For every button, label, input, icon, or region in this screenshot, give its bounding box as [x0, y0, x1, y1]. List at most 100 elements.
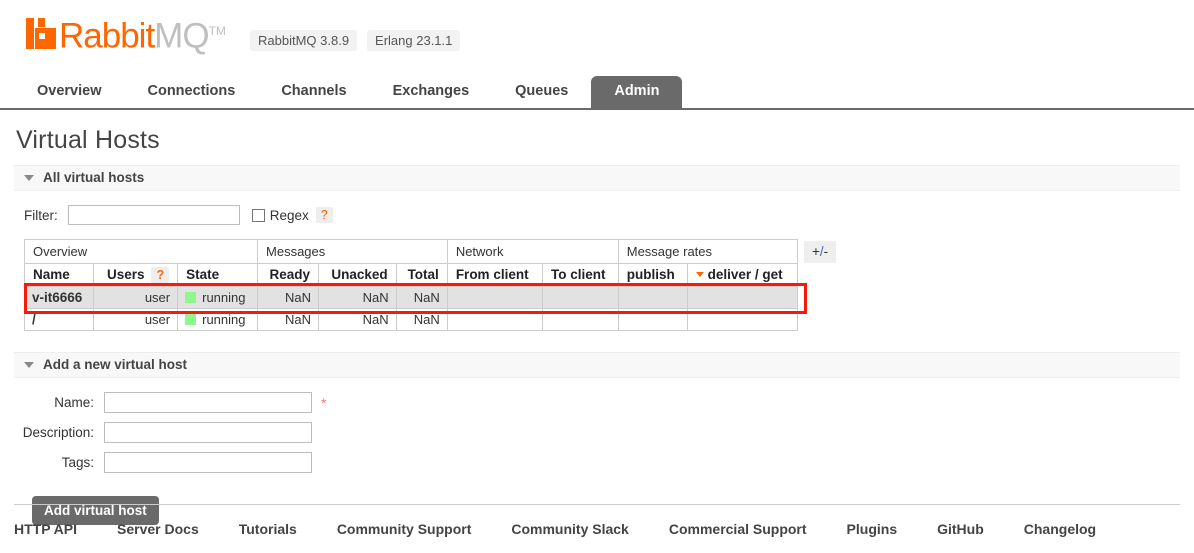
toggle-columns-plus: +	[812, 244, 820, 259]
table-row[interactable]: / user running NaN NaN NaN	[23, 308, 799, 331]
app-header: RabbitMQTM RabbitMQ 3.8.9 Erlang 23.1.1	[0, 0, 1194, 66]
column-header-total[interactable]: Total	[395, 263, 448, 287]
chevron-down-icon	[24, 361, 34, 368]
footer-link-http-api[interactable]: HTTP API	[14, 521, 77, 537]
column-header-state[interactable]: State	[177, 263, 259, 287]
form-row-description: Description:	[14, 422, 1180, 443]
brand-name-mq: MQ	[154, 16, 209, 56]
section-label-all-virtual-hosts: All virtual hosts	[43, 170, 145, 185]
brand-logo[interactable]: RabbitMQTM	[26, 14, 226, 54]
tab-channels[interactable]: Channels	[258, 76, 369, 108]
cell-rate-publish	[617, 308, 688, 331]
cell-messages-ready: NaN	[257, 308, 319, 331]
column-header-from-client[interactable]: From client	[446, 263, 543, 287]
label-name: Name:	[54, 395, 94, 410]
page-title: Virtual Hosts	[16, 126, 160, 154]
cell-network-from-client	[446, 286, 543, 309]
vhosts-table-zone: +/- Overview Messages Network Message ra…	[23, 239, 1180, 331]
group-header-overview: Overview	[23, 239, 259, 264]
chevron-down-icon	[24, 174, 34, 181]
footer-link-commercial-support[interactable]: Commercial Support	[669, 521, 807, 537]
form-row-tags: Tags:	[14, 452, 1180, 473]
section-header-all-virtual-hosts[interactable]: All virtual hosts	[14, 165, 1180, 191]
section-label-add-virtual-host: Add a new virtual host	[43, 357, 188, 372]
footer-link-server-docs[interactable]: Server Docs	[117, 521, 199, 537]
erlang-version-badge: Erlang 23.1.1	[367, 30, 461, 51]
footer-links: HTTP API Server Docs Tutorials Community…	[14, 504, 1180, 537]
cell-vhost-name[interactable]: v-it6666	[23, 286, 95, 309]
tags-field[interactable]	[104, 452, 312, 473]
cell-rate-deliver-get	[686, 308, 799, 331]
rabbitmq-management-page: RabbitMQTM RabbitMQ 3.8.9 Erlang 23.1.1 …	[0, 0, 1194, 553]
cell-rate-publish	[617, 286, 688, 309]
group-header-network: Network	[446, 239, 619, 264]
status-indicator-icon	[185, 314, 197, 325]
regex-help-icon[interactable]: ?	[315, 207, 333, 223]
cell-network-to-client	[541, 286, 619, 309]
label-tags: Tags:	[61, 455, 94, 470]
cell-network-to-client	[541, 308, 619, 331]
tab-queues[interactable]: Queues	[492, 76, 591, 108]
table-group-header-row: Overview Messages Network Message rates	[23, 239, 799, 264]
toggle-columns-button[interactable]: +/-	[804, 241, 837, 263]
cell-messages-total: NaN	[395, 286, 448, 309]
status-indicator-icon	[185, 292, 197, 303]
description-field[interactable]	[104, 422, 312, 443]
trademark-mark: TM	[208, 24, 226, 38]
column-header-users-label: Users	[106, 267, 145, 282]
column-header-deliver-get[interactable]: deliver / get	[686, 263, 799, 287]
cell-messages-unacked: NaN	[318, 308, 397, 331]
cell-vhost-state: running	[177, 308, 259, 331]
brand-wordmark: RabbitMQTM	[59, 14, 226, 54]
sort-descending-icon	[695, 272, 704, 277]
users-help-icon[interactable]: ?	[151, 267, 170, 283]
filter-label: Filter:	[24, 207, 58, 223]
rabbitmq-logo-icon	[26, 18, 56, 50]
cell-vhost-state-label: running	[202, 290, 246, 305]
footer-link-community-slack[interactable]: Community Slack	[511, 521, 628, 537]
tab-overview[interactable]: Overview	[14, 76, 125, 108]
cell-messages-total: NaN	[395, 308, 448, 331]
page-body: Virtual Hosts All virtual hosts Filter: …	[0, 126, 1194, 525]
footer-link-github[interactable]: GitHub	[937, 521, 984, 537]
version-badges: RabbitMQ 3.8.9 Erlang 23.1.1	[250, 30, 461, 51]
regex-checkbox[interactable]	[251, 208, 265, 222]
tab-exchanges[interactable]: Exchanges	[370, 76, 493, 108]
footer-link-changelog[interactable]: Changelog	[1024, 521, 1096, 537]
column-header-deliver-get-label: deliver / get	[707, 267, 783, 282]
section-header-add-virtual-host[interactable]: Add a new virtual host	[14, 352, 1180, 378]
column-header-name[interactable]: Name	[23, 263, 95, 287]
filter-input[interactable]	[67, 205, 240, 225]
group-header-message-rates: Message rates	[617, 239, 799, 264]
rabbitmq-version-badge: RabbitMQ 3.8.9	[250, 30, 358, 51]
cell-vhost-state: running	[177, 286, 259, 309]
tab-connections[interactable]: Connections	[125, 76, 259, 108]
cell-rate-deliver-get	[686, 286, 799, 309]
footer-link-plugins[interactable]: Plugins	[847, 521, 898, 537]
cell-messages-ready: NaN	[257, 286, 319, 309]
toggle-columns-minus: -	[823, 244, 829, 259]
column-header-ready[interactable]: Ready	[257, 263, 319, 287]
table-row[interactable]: v-it6666 user running NaN NaN NaN	[23, 286, 799, 309]
column-header-to-client[interactable]: To client	[541, 263, 619, 287]
add-vhost-section: Add a new virtual host Name: * Descripti…	[14, 352, 1180, 525]
regex-label: Regex	[269, 207, 309, 223]
cell-vhost-users: user	[93, 308, 179, 331]
cell-vhost-name[interactable]: /	[23, 308, 95, 331]
footer-link-community-support[interactable]: Community Support	[337, 521, 472, 537]
group-header-messages: Messages	[257, 239, 448, 264]
cell-messages-unacked: NaN	[318, 286, 397, 309]
form-row-name: Name: *	[14, 392, 1180, 413]
name-field[interactable]	[104, 392, 312, 413]
footer-link-tutorials[interactable]: Tutorials	[239, 521, 297, 537]
cell-vhost-state-label: running	[202, 312, 246, 327]
column-header-unacked[interactable]: Unacked	[318, 263, 397, 287]
column-header-users[interactable]: Users?	[93, 263, 179, 287]
virtual-hosts-table: Overview Messages Network Message rates …	[23, 239, 799, 331]
regex-toggle[interactable]: Regex	[251, 207, 309, 223]
filter-row: Filter: Regex ?	[24, 205, 1180, 225]
required-marker-name: *	[321, 394, 327, 411]
column-header-publish[interactable]: publish	[617, 263, 688, 287]
cell-vhost-users: user	[93, 286, 179, 309]
tab-admin[interactable]: Admin	[591, 76, 683, 108]
